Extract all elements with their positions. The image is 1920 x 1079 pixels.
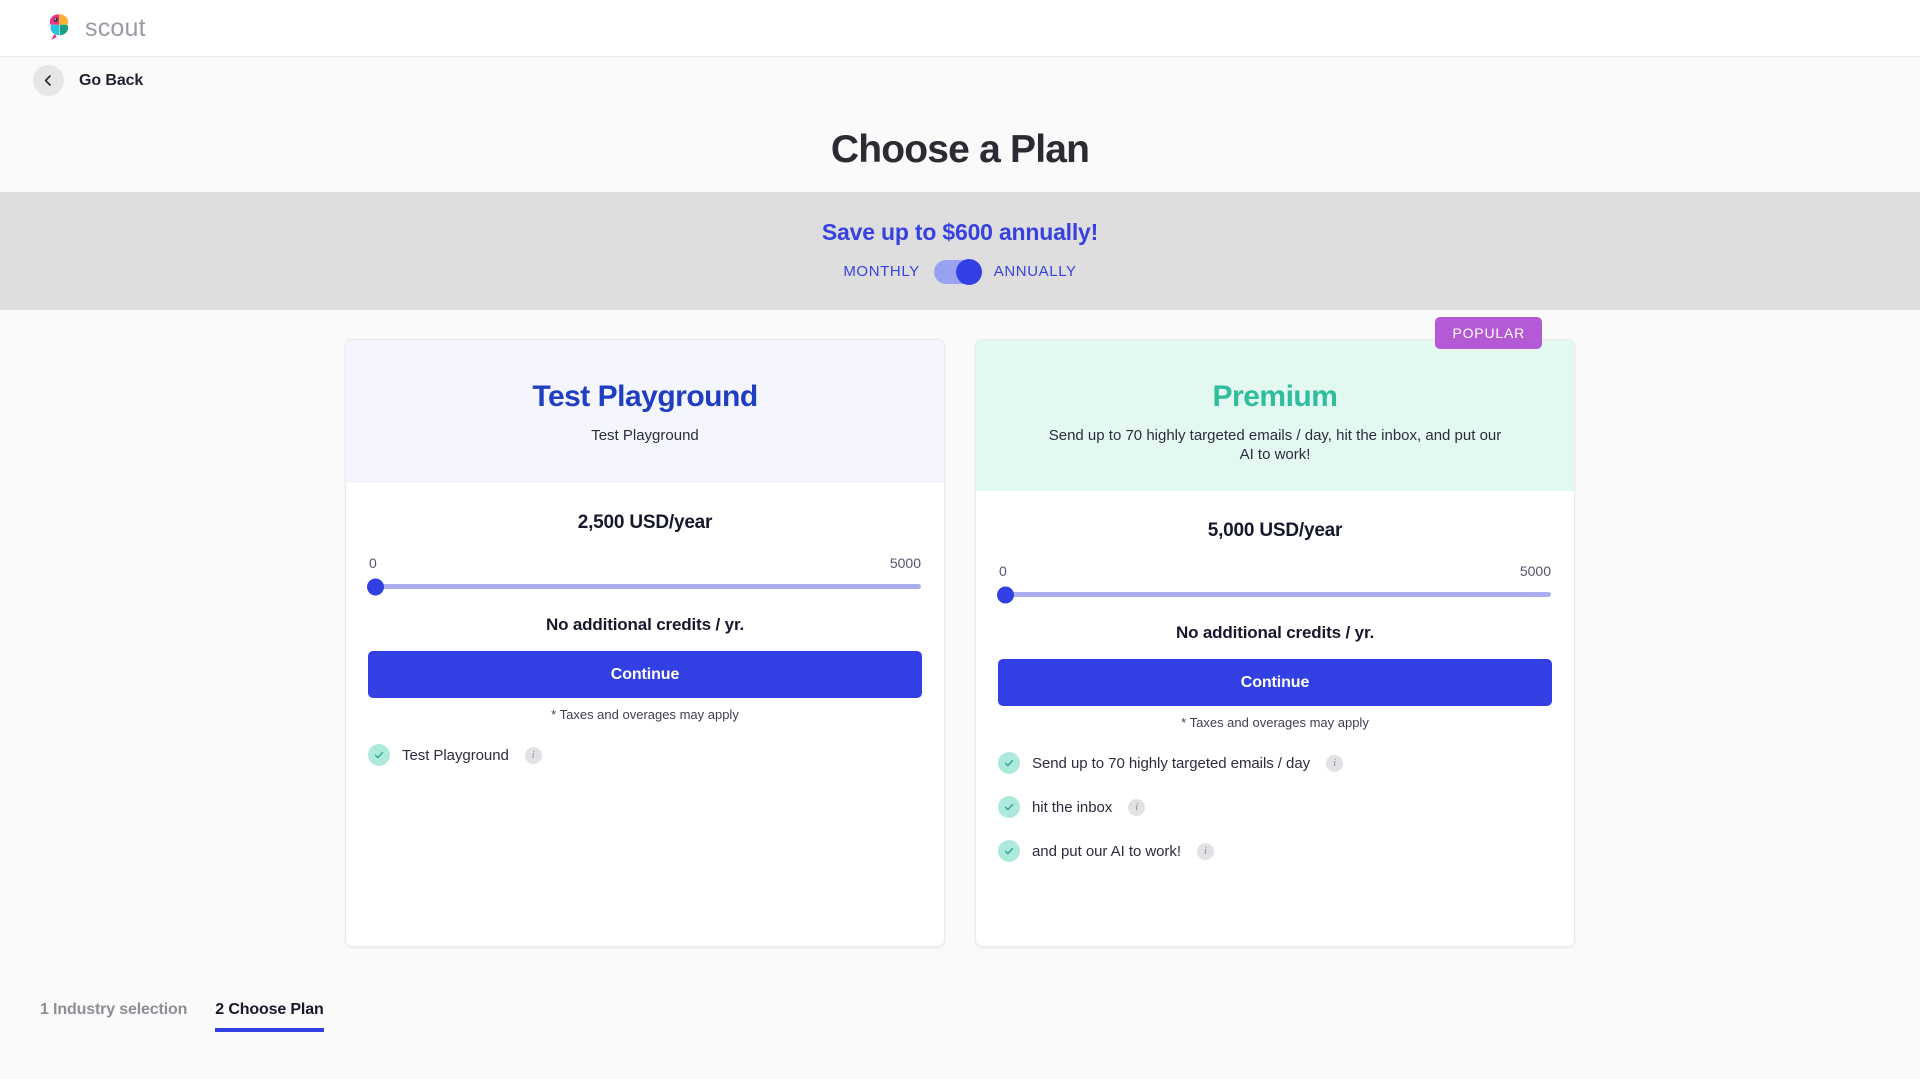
brand-logo[interactable]: scout <box>42 11 146 45</box>
chevron-left-icon <box>33 65 64 96</box>
billing-period-toggle-group: MONTHLY ANNUALLY <box>843 258 1077 285</box>
check-icon <box>998 796 1020 819</box>
scout-parrot-logo-icon <box>42 11 76 45</box>
plan-card-body: 2,500 USD/year 0 5000 No additional cred… <box>346 483 944 946</box>
credits-slider[interactable] <box>997 586 1551 604</box>
taxes-note: * Taxes and overages may apply <box>551 707 739 722</box>
plan-card-header: Premium Send up to 70 highly targeted em… <box>976 340 1574 492</box>
plan-subtitle: Send up to 70 highly targeted emails / d… <box>1048 426 1502 464</box>
info-icon[interactable]: i <box>524 746 542 764</box>
plan-title: Premium <box>1212 380 1338 413</box>
plan-card-body: 5,000 USD/year 0 5000 No additional cred… <box>976 491 1574 946</box>
promo-banner: Save up to $600 annually! MONTHLY ANNUAL… <box>0 192 1920 310</box>
plan-card-premium[interactable]: POPULAR Premium Send up to 70 highly tar… <box>975 317 1575 947</box>
plan-price: 5,000 USD/year <box>1207 520 1343 542</box>
list-item: Send up to 70 highly targeted emails / d… <box>998 752 1552 775</box>
plan-card-header: Test Playground Test Playground <box>346 340 944 483</box>
back-navigation-bar: Go Back <box>0 57 1920 104</box>
slider-min-label: 0 <box>999 563 1007 580</box>
go-back-label: Go Back <box>79 71 144 89</box>
credits-slider-thumb[interactable] <box>367 578 384 595</box>
slider-range-labels: 0 5000 <box>369 555 921 571</box>
check-icon <box>368 744 390 766</box>
slider-range-labels: 0 5000 <box>999 563 1551 579</box>
billing-period-switch[interactable] <box>933 258 982 285</box>
feature-label: Test Playground <box>402 746 509 764</box>
credits-slider[interactable] <box>367 578 921 595</box>
continue-button[interactable]: Continue <box>368 651 922 698</box>
info-icon[interactable]: i <box>1326 754 1344 772</box>
list-item: hit the inbox i <box>998 796 1552 819</box>
plan-title: Test Playground <box>532 380 758 413</box>
switch-knob <box>955 258 982 285</box>
feature-label: hit the inbox <box>1032 798 1113 816</box>
breadcrumb: 1 Industry selection 2 Choose Plan <box>40 1001 324 1032</box>
go-back-button[interactable]: Go Back <box>33 65 143 96</box>
credits-note: No additional credits / yr. <box>1175 623 1375 643</box>
check-icon <box>998 840 1020 863</box>
slider-max-label: 5000 <box>1519 563 1551 580</box>
plan-feature-list: Test Playground i <box>368 744 922 788</box>
plan-card-test-playground[interactable]: Test Playground Test Playground 2,500 US… <box>345 339 945 947</box>
billing-annually-label[interactable]: ANNUALLY <box>994 263 1077 280</box>
slider-min-label: 0 <box>369 555 377 571</box>
taxes-note: * Taxes and overages may apply <box>1181 715 1369 731</box>
status-badge-popular: POPULAR <box>1435 317 1542 349</box>
billing-monthly-label[interactable]: MONTHLY <box>843 263 919 280</box>
credits-note: No additional credits / yr. <box>545 615 745 634</box>
brand-name: scout <box>85 13 146 42</box>
feature-label: Send up to 70 highly targeted emails / d… <box>1032 754 1311 772</box>
credits-slider-block: 0 5000 <box>367 555 922 595</box>
check-icon <box>998 752 1020 775</box>
plan-cards-container: Test Playground Test Playground 2,500 US… <box>0 317 1920 947</box>
page-title: Choose a Plan <box>830 128 1090 171</box>
promo-headline: Save up to $600 annually! <box>821 218 1099 245</box>
plan-price: 2,500 USD/year <box>577 512 713 533</box>
credits-slider-block: 0 5000 <box>997 563 1552 604</box>
plan-feature-list: Send up to 70 highly targeted emails / d… <box>998 752 1552 884</box>
plan-subtitle: Test Playground <box>591 426 699 444</box>
slider-max-label: 5000 <box>889 555 921 571</box>
info-icon[interactable]: i <box>1128 798 1146 816</box>
list-item: and put our AI to work! i <box>998 840 1552 863</box>
step-industry-selection[interactable]: 1 Industry selection <box>40 1001 187 1028</box>
app-header: scout <box>0 0 1920 57</box>
credits-slider-thumb[interactable] <box>997 586 1014 604</box>
continue-button[interactable]: Continue <box>998 659 1552 707</box>
list-item: Test Playground i <box>368 744 922 766</box>
step-choose-plan[interactable]: 2 Choose Plan <box>215 1001 324 1032</box>
info-icon[interactable]: i <box>1196 842 1214 860</box>
feature-label: and put our AI to work! <box>1032 842 1181 860</box>
